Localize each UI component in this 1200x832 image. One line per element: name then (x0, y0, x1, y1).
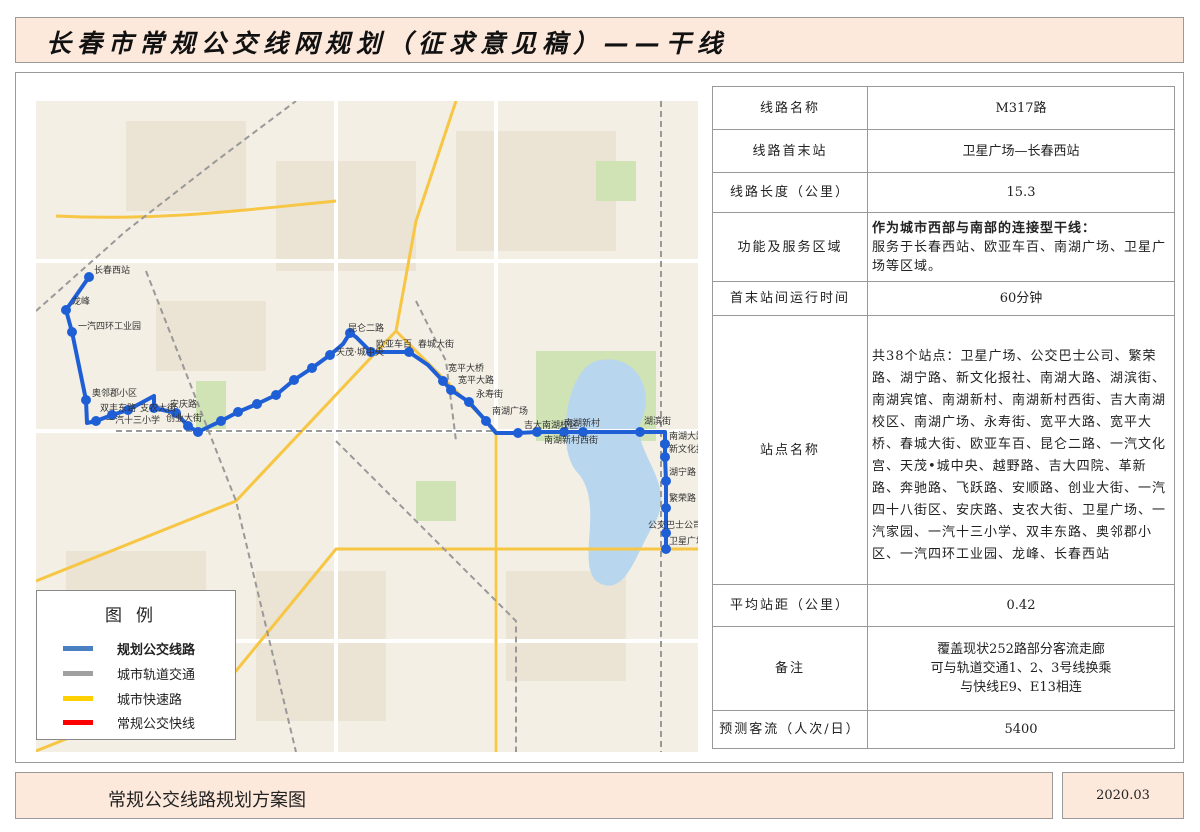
footer-date-box: 2020.03 (1062, 772, 1184, 819)
service-area: 作为城市西部与南部的连接型干线： 服务于长春西站、欧亚车百、南湖广场、卫星广场等区… (867, 212, 1175, 282)
map-label: 昆仑二路 (348, 322, 384, 334)
route-length: 15.3 (867, 172, 1175, 213)
legend-swatch (63, 720, 93, 725)
table-row: 线路名称 M317路 (712, 86, 1175, 130)
map-label: 一汽四环工业园 (78, 320, 141, 332)
legend-swatch (63, 646, 93, 651)
map-label: 春城大街 (418, 338, 454, 350)
legend-title: 图例 (105, 606, 167, 626)
map-label: 南湖广场 (492, 405, 528, 417)
row-key: 备注 (712, 626, 868, 711)
avg-stop-distance: 0.42 (867, 584, 1175, 627)
remark-line: 可与轨道交通1、2、3号线换乘 (930, 661, 1112, 676)
row-key: 线路名称 (712, 86, 868, 130)
stop-list: 共38个站点：卫星广场、公交巴士公司、繁荣路、湖宁路、新文化报社、南湖大路、湖滨… (867, 315, 1175, 585)
legend-label: 城市轨道交通 (117, 668, 196, 683)
footer-title: 常规公交线路规划方案图 (108, 790, 306, 811)
service-area-text: 服务于长春西站、欧亚车百、南湖广场、卫星广场等区域。 (872, 239, 1167, 274)
table-row: 线路长度（公里） 15.3 (712, 172, 1175, 213)
map-label: 创业大街 (166, 412, 202, 424)
map-label: 双丰东路 (100, 402, 136, 414)
footer-date: 2020.03 (1096, 788, 1150, 803)
map-label: 天茂·城中央 (336, 346, 384, 358)
table-row: 首末站间运行时间 60分钟 (712, 281, 1175, 316)
route-name: M317路 (867, 86, 1175, 130)
row-key: 平均站距（公里） (712, 584, 868, 627)
forecast-ridership: 5400 (867, 710, 1175, 749)
remark-line: 与快线E9、E13相连 (960, 680, 1082, 695)
footer-title-box: 常规公交线路规划方案图 (15, 772, 1053, 819)
map-label: 宽平大桥 (448, 362, 484, 374)
table-row: 平均站距（公里） 0.42 (712, 584, 1175, 627)
legend-label: 城市快速路 (117, 693, 183, 708)
table-row: 预测客流（人次/日） 5400 (712, 710, 1175, 749)
title-banner: 长春市常规公交线网规划（征求意见稿）——干线 (15, 17, 1184, 63)
route-info-table: 线路名称 M317路 线路首末站 卫星广场—长春西站 线路长度（公里） 15.3 功能… (712, 86, 1175, 749)
row-key: 功能及服务区域 (712, 212, 868, 282)
row-key: 线路首末站 (712, 129, 868, 173)
table-row: 备注 覆盖现状252路部分客流走廊 可与轨道交通1、2、3号线换乘 与快线E9、E13… (712, 626, 1175, 711)
map-label: 永寿街 (476, 388, 503, 400)
map-label: 卫星广场 (669, 535, 698, 547)
row-key: 站点名称 (712, 315, 868, 585)
legend-label: 常规公交快线 (117, 717, 196, 732)
service-area-heading: 作为城市西部与南部的连接型干线： (872, 220, 1097, 236)
row-key: 首末站间运行时间 (712, 281, 868, 316)
map-label: 繁荣路 (669, 492, 696, 504)
map-label: 南湖大路 (669, 430, 698, 442)
remark-line: 覆盖现状252路部分客流走廊 (937, 642, 1105, 657)
route-terminals: 卫星广场—长春西站 (867, 129, 1175, 173)
map-label: 安庆路 (170, 398, 197, 410)
map-label: 湖宁路 (669, 466, 696, 478)
map-label: 宽平大路 (458, 374, 494, 386)
page-title: 长春市常规公交线网规划（征求意见稿）——干线 (46, 29, 729, 58)
map-label: 龙峰 (72, 295, 90, 307)
map-label: 奥邻郡小区 (92, 387, 137, 399)
table-row: 站点名称 共38个站点：卫星广场、公交巴士公司、繁荣路、湖宁路、新文化报社、南湖大… (712, 315, 1175, 585)
table-row: 功能及服务区域 作为城市西部与南部的连接型干线： 服务于长春西站、欧亚车百、南湖广场… (712, 212, 1175, 282)
legend-label: 规划公交线路 (117, 643, 196, 658)
map-legend: 图例 规划公交线路 城市轨道交通 城市快速路 常规公交快线 (36, 590, 236, 740)
map-label: 长春西站 (94, 264, 130, 276)
map-label: 南湖新村西街 (544, 434, 598, 446)
legend-swatch (63, 671, 93, 676)
legend-swatch (63, 696, 93, 701)
row-key: 线路长度（公里） (712, 172, 868, 213)
map-label: 新文化报社 (669, 443, 698, 455)
table-row: 线路首末站 卫星广场—长春西站 (712, 129, 1175, 173)
remarks: 覆盖现状252路部分客流走廊 可与轨道交通1、2、3号线换乘 与快线E9、E13相连 (867, 626, 1175, 711)
row-key: 预测客流（人次/日） (712, 710, 868, 749)
map-label: 湖滨街 (644, 415, 671, 427)
run-time: 60分钟 (867, 281, 1175, 316)
map-label: 南湖新村 (564, 417, 600, 429)
map-label: 公交巴士公司 (648, 519, 698, 531)
map-label: 一汽十三小学 (106, 414, 160, 426)
